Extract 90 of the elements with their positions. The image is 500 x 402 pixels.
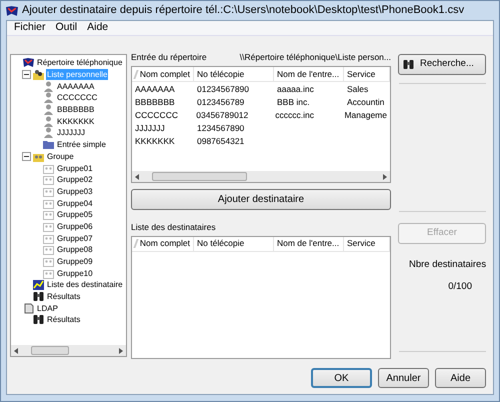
column-header[interactable]: Service — [344, 236, 390, 251]
chart-list-icon — [33, 279, 44, 290]
table-cell: JJJJJJJ — [135, 123, 165, 134]
tree-item[interactable]: BBBBBBB — [56, 104, 96, 116]
tree-item[interactable]: Répertoire téléphonique — [36, 57, 124, 68]
section-label: Entrée du répertoire — [131, 51, 207, 64]
person-icon — [43, 127, 54, 138]
dialog-button[interactable]: OK — [311, 368, 372, 388]
column-header[interactable]: No télécopie — [194, 236, 274, 251]
tree-item[interactable]: Résultats — [46, 314, 82, 326]
table-cell: Accountin — [347, 97, 384, 108]
group-icon — [43, 162, 54, 174]
menu-item[interactable]: Fichier — [9, 20, 51, 36]
table-cell: aaaaa.inc — [277, 84, 314, 94]
column-header[interactable]: No télécopie — [194, 67, 274, 81]
person-icon — [43, 116, 54, 127]
group-icon — [43, 268, 54, 279]
window-title: Ajouter destinataire depuis répertoire tél.:C:\Users\notebook\Desktop\test\PhoneBook1.csv — [22, 3, 464, 18]
tree-item[interactable]: JJJJJJJ — [56, 127, 86, 138]
dialog-button[interactable]: Annuler — [378, 368, 429, 388]
people-icon — [33, 69, 44, 80]
add-recipient-button[interactable]: Ajouter destinataire — [131, 189, 391, 210]
binoculars-icon — [403, 59, 414, 70]
table-cell: 0123456789 — [197, 97, 244, 108]
tree-item[interactable]: Gruppe09 — [56, 256, 94, 268]
column-header[interactable]: Nom complet — [132, 236, 194, 251]
binoculars-icon — [33, 314, 44, 326]
tree-item[interactable]: Gruppe08 — [56, 244, 94, 256]
tree-item[interactable]: KKKKKKK — [56, 116, 96, 127]
group-icon — [43, 174, 54, 186]
table-cell: 0987654321 — [197, 136, 244, 146]
menu-item[interactable]: Outil — [50, 20, 82, 36]
search-button[interactable]: Recherche... — [398, 54, 486, 75]
table-cell: AAAAAAA — [135, 84, 175, 94]
tree-item[interactable]: LDAP — [36, 302, 59, 314]
group-icon — [43, 186, 54, 197]
tree-item[interactable]: Résultats — [46, 291, 82, 302]
collapse-toggle[interactable] — [22, 152, 31, 161]
table-cell: Sales — [347, 84, 368, 94]
column-header[interactable]: Service — [344, 67, 390, 81]
recipient-count-label: Nbre destinataires — [409, 258, 488, 272]
table-cell: BBBBBBB — [135, 97, 175, 108]
tree-item[interactable]: Gruppe02 — [56, 174, 94, 186]
group-icon — [43, 220, 54, 232]
tree-item[interactable]: Entrée simple — [56, 139, 107, 150]
group-icon — [43, 256, 54, 268]
section-label: Liste des destinataires — [131, 221, 217, 234]
tree-item[interactable]: Gruppe01 — [56, 162, 94, 174]
table-cell: cccccc.inc — [275, 110, 314, 120]
address-book-icon — [23, 57, 34, 68]
tree-item[interactable]: Gruppe05 — [56, 209, 94, 220]
collapse-toggle[interactable] — [22, 70, 31, 80]
tree-item[interactable]: Gruppe07 — [56, 232, 94, 244]
person-icon — [43, 104, 54, 116]
app-icon — [6, 4, 18, 16]
binoculars-icon — [33, 291, 44, 302]
column-header[interactable]: Nom de l'entre... — [274, 67, 344, 81]
sort-icon — [133, 239, 139, 248]
tree-item[interactable]: Groupe — [46, 150, 75, 162]
group-icon — [43, 232, 54, 244]
table-cell: Manageme — [344, 110, 387, 120]
tree-item[interactable]: CCCCCCC — [56, 92, 98, 104]
recipient-count: 0/100 — [448, 280, 472, 294]
group-icon — [43, 209, 54, 220]
horizontal-scrollbar[interactable] — [132, 171, 390, 182]
server-icon — [23, 302, 34, 314]
table-cell: 01234567890 — [197, 84, 250, 94]
dialog-button[interactable]: Aide — [435, 368, 486, 388]
tree-item[interactable]: Gruppe10 — [56, 268, 94, 279]
horizontal-scrollbar[interactable] — [11, 345, 126, 356]
tree-item[interactable]: Liste des destinataire — [46, 279, 124, 290]
tree-item[interactable]: Gruppe04 — [56, 198, 94, 209]
column-header[interactable]: Nom de l'entre... — [274, 236, 344, 251]
person-icon — [43, 80, 54, 92]
table-cell: 03456789012 — [196, 110, 248, 120]
column-header[interactable]: Nom complet — [132, 67, 194, 81]
folder-icon — [43, 139, 54, 150]
table-cell: 1234567890 — [197, 123, 244, 134]
person-icon — [43, 92, 54, 104]
table-cell: KKKKKKK — [135, 136, 175, 146]
tree-item[interactable]: AAAAAAA — [56, 80, 96, 92]
table-cell: CCCCCCC — [135, 110, 178, 120]
tree-item[interactable]: Gruppe03 — [56, 186, 94, 197]
path-text: \\Répertoire téléphonique\Liste person... — [240, 51, 391, 64]
group-icon — [43, 198, 54, 209]
table-cell: BBB inc. — [277, 97, 310, 108]
sort-icon — [133, 70, 139, 78]
tree-item[interactable]: Gruppe06 — [56, 220, 94, 232]
group-icon — [43, 244, 54, 256]
menu-item[interactable]: Aide — [82, 20, 114, 36]
